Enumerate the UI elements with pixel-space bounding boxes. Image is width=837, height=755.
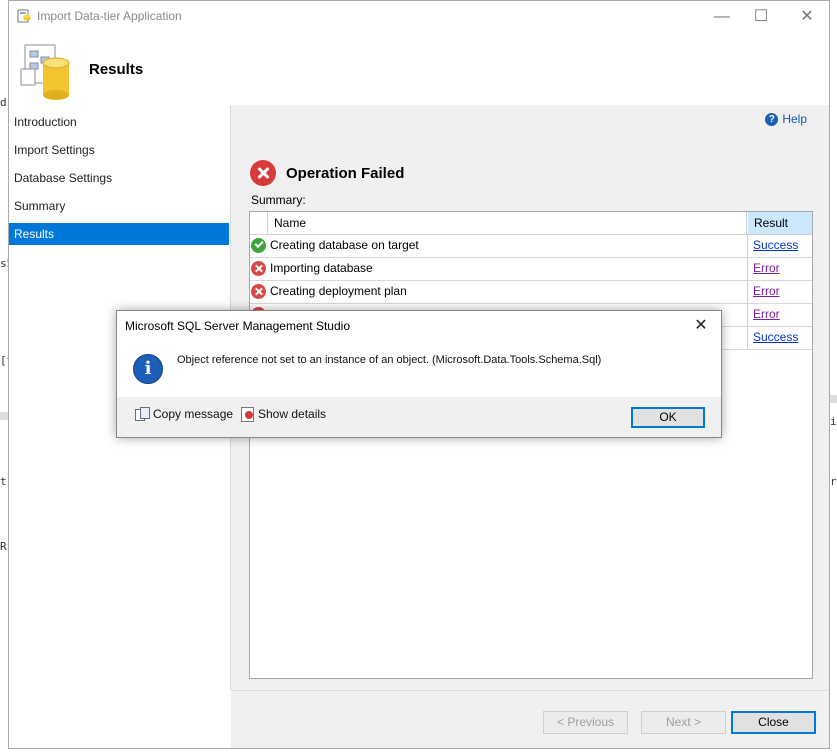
- operation-status: Operation Failed: [250, 160, 404, 186]
- background-text-fragment: i: [830, 415, 837, 428]
- table-row: Creating database on target Success: [250, 234, 812, 258]
- result-link[interactable]: Success: [753, 234, 798, 257]
- close-button[interactable]: Close: [731, 711, 816, 734]
- success-icon: [251, 238, 266, 253]
- window-title: Import Data-tier Application: [37, 9, 182, 23]
- window-close-button[interactable]: ✕: [787, 3, 827, 31]
- result-link[interactable]: Error: [753, 280, 780, 303]
- background-divider: [0, 412, 8, 420]
- column-header-name[interactable]: Name: [268, 212, 747, 234]
- previous-button[interactable]: < Previous: [543, 711, 628, 734]
- show-details-label: Show details: [258, 407, 327, 421]
- result-link[interactable]: Success: [753, 326, 798, 349]
- next-button[interactable]: Next >: [641, 711, 726, 734]
- title-bar: Import Data-tier Application — ☐ ✕: [9, 1, 829, 33]
- help-link[interactable]: ? Help: [765, 112, 807, 126]
- background-text-fragment: t: [0, 475, 7, 488]
- error-icon: [251, 284, 266, 299]
- grid-header: Name Result: [250, 212, 812, 235]
- summary-label: Summary:: [251, 193, 306, 207]
- dialog-title-bar: Microsoft SQL Server Management Studio ✕: [117, 311, 721, 341]
- row-name: Creating deployment plan: [270, 284, 407, 298]
- help-label: Help: [782, 112, 807, 126]
- copy-message-button[interactable]: Copy message: [135, 407, 233, 421]
- table-row: Creating deployment plan Error: [250, 280, 812, 304]
- ok-button[interactable]: OK: [631, 407, 705, 428]
- copy-icon: [135, 407, 150, 421]
- results-grid: Name Result Creating database on target …: [249, 211, 813, 679]
- page-title: Results: [89, 61, 144, 78]
- dialog-message: Object reference not set to an instance …: [177, 354, 602, 366]
- minimize-button[interactable]: —: [702, 3, 742, 31]
- app-icon: [17, 9, 31, 23]
- background-text-fragment: ri: [830, 475, 837, 488]
- help-icon: ?: [765, 112, 779, 126]
- status-text: Operation Failed: [286, 164, 405, 182]
- show-details-button[interactable]: Show details: [240, 407, 327, 422]
- background-text-fragment: R: [0, 540, 7, 553]
- sidebar-item-results[interactable]: Results: [9, 223, 229, 245]
- result-link[interactable]: Error: [753, 303, 780, 326]
- copy-message-label: Copy message: [153, 407, 234, 421]
- error-icon: [251, 261, 266, 276]
- error-message-dialog: Microsoft SQL Server Management Studio ✕…: [116, 310, 722, 438]
- sidebar-item-introduction[interactable]: Introduction: [9, 111, 229, 133]
- details-icon: [240, 407, 254, 422]
- sidebar-item-database-settings[interactable]: Database Settings: [9, 167, 229, 189]
- wizard-header: Results: [9, 33, 829, 105]
- error-icon: [250, 160, 276, 186]
- dialog-title: Microsoft SQL Server Management Studio: [125, 319, 350, 333]
- background-divider: [830, 395, 837, 403]
- background-editor: [0, 0, 8, 755]
- sidebar-item-summary[interactable]: Summary: [9, 195, 229, 217]
- wizard-footer: < Previous Next > Close: [231, 691, 829, 748]
- row-name: Creating database on target: [270, 238, 419, 252]
- info-icon: i: [133, 354, 163, 384]
- dialog-body: i Object reference not set to an instanc…: [117, 341, 721, 397]
- dialog-close-button[interactable]: ✕: [687, 313, 715, 339]
- grid-header-gutter: [250, 212, 268, 234]
- result-link[interactable]: Error: [753, 257, 780, 280]
- maximize-button[interactable]: ☐: [741, 3, 781, 31]
- row-name: Importing database: [270, 261, 373, 275]
- database-import-icon: [20, 44, 70, 100]
- column-header-result[interactable]: Result: [748, 212, 812, 234]
- dialog-actions: Copy message Show details OK: [117, 397, 721, 437]
- sidebar-item-import-settings[interactable]: Import Settings: [9, 139, 229, 161]
- table-row: Importing database Error: [250, 257, 812, 281]
